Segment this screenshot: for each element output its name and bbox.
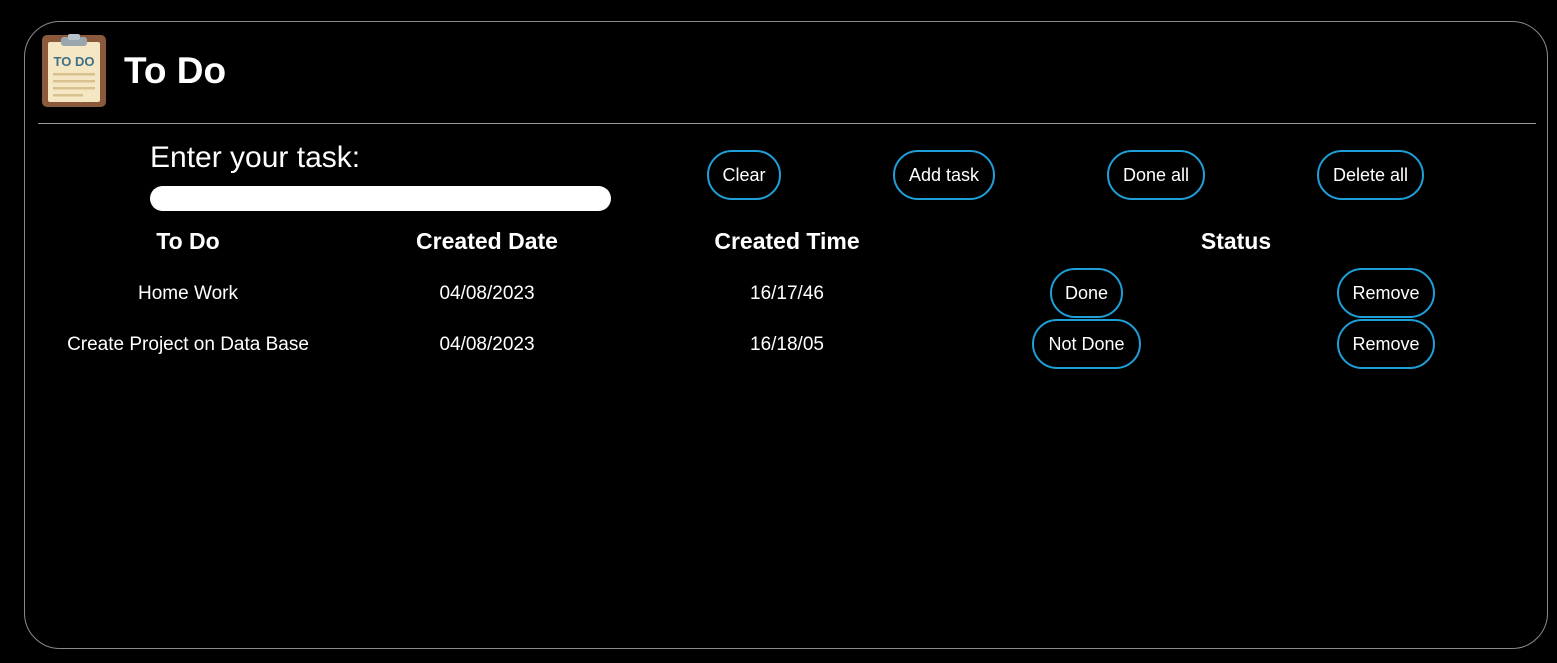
task-name: Home Work [138,283,238,304]
page-title: To Do [124,50,227,91]
clear-button[interactable]: Clear [707,150,781,200]
created-date: 04/08/2023 [439,334,535,355]
column-header-todo: To Do [156,228,220,254]
remove-button[interactable]: Remove [1337,319,1435,369]
delete-all-button[interactable]: Delete all [1317,150,1424,200]
task-name: Create Project on Data Base [67,334,309,355]
header-divider [38,123,1536,124]
column-header-created-time: Created Time [714,228,860,254]
created-time: 16/17/46 [750,283,824,304]
column-header-created-date: Created Date [416,228,558,254]
logo-text: TO DO [54,54,95,69]
todo-clipboard-icon: TO DO [42,34,106,107]
task-input[interactable] [150,186,611,211]
mark-not-done-button[interactable]: Not Done [1032,319,1141,369]
remove-button[interactable]: Remove [1337,268,1435,318]
mark-done-button[interactable]: Done [1050,268,1123,318]
task-input-label: Enter your task: [150,141,361,174]
done-all-button[interactable]: Done all [1107,150,1205,200]
created-date: 04/08/2023 [439,283,535,304]
column-header-status: Status [1200,228,1272,254]
created-time: 16/18/05 [750,334,824,355]
add-task-button[interactable]: Add task [893,150,995,200]
